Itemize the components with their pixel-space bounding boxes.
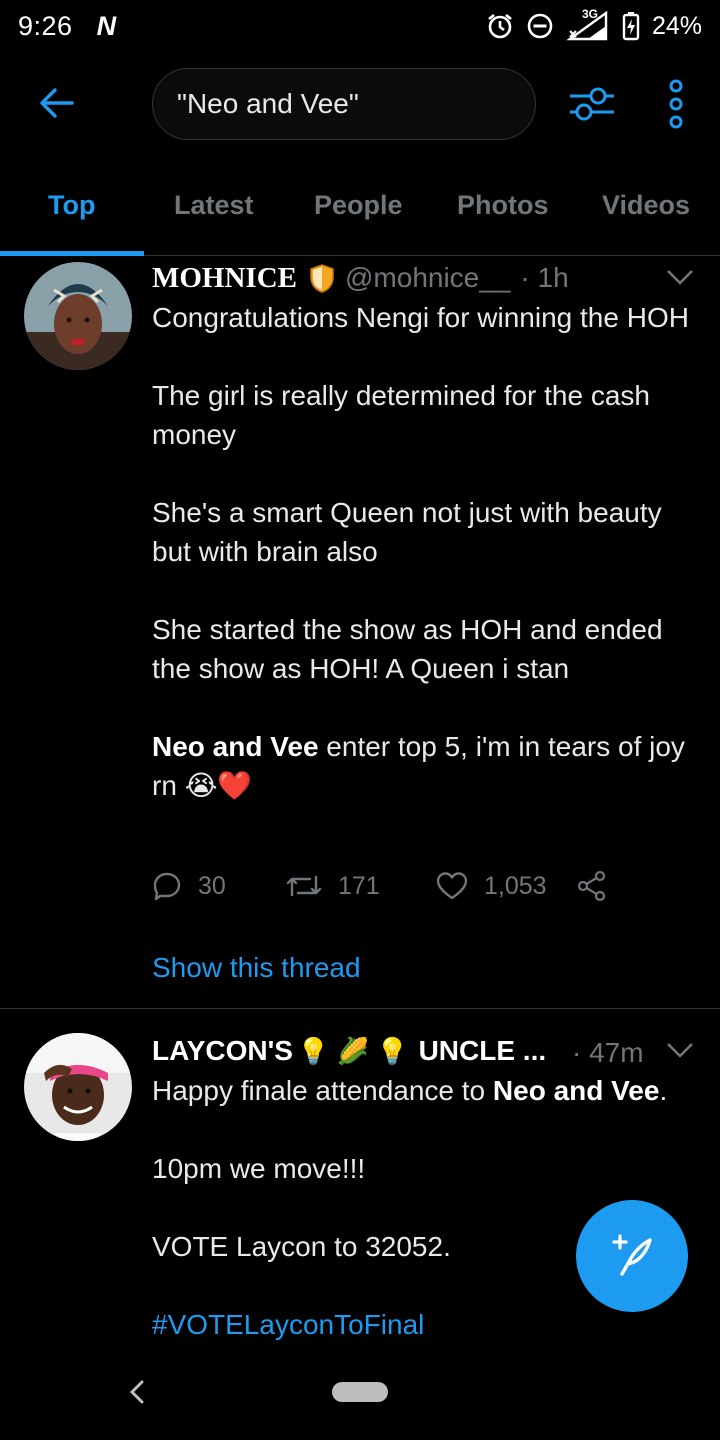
tweet-time: · 47m	[572, 1037, 644, 1068]
reply-button[interactable]: 30	[152, 871, 286, 901]
shield-icon	[309, 263, 335, 293]
tweet-paragraph: She's a smart Queen not just with beauty…	[152, 497, 662, 567]
like-button[interactable]: 1,053	[436, 871, 576, 901]
show-thread-link[interactable]: Show this thread	[152, 952, 361, 984]
share-button[interactable]	[576, 870, 608, 902]
highlighted-query: Neo and Vee	[492, 1075, 660, 1106]
avatar[interactable]	[24, 262, 132, 370]
hashtag-link[interactable]: #VOTELayconToFinal	[152, 1309, 424, 1340]
crying-heart-emoji: 😭❤️	[184, 770, 253, 801]
tweet-paragraph: Congratulations Nengi for winning the HO…	[152, 302, 689, 333]
heart-icon	[436, 872, 468, 900]
reply-icon	[153, 872, 181, 901]
tweet-paragraph: #VOTELayconToFinal	[152, 1305, 700, 1344]
tweet-paragraph: Neo and Vee enter top 5, i'm in tears of…	[152, 727, 700, 805]
display-name[interactable]: MOHNICE	[152, 262, 297, 295]
chevron-down-icon[interactable]	[666, 1041, 694, 1059]
tweet-paragraph: She started the show as HOH and ended th…	[152, 614, 663, 684]
tweet-text-span: Happy finale attendance to	[152, 1075, 493, 1106]
tweet-header: MOHNICE @mohnice__ · 1h	[152, 258, 569, 298]
tweet-text: Congratulations Nengi for winning the HO…	[152, 298, 700, 805]
tweet-text-span: .	[659, 1075, 668, 1106]
retweet-button[interactable]: 171	[286, 871, 436, 901]
compose-feather-icon	[612, 1234, 652, 1276]
tweet-time: · 1h	[520, 262, 569, 293]
tweet-header: LAYCON'S 💡 🌽 💡 UNCLE ...	[152, 1031, 546, 1071]
retweet-icon	[286, 875, 322, 897]
user-handle[interactable]: @mohnice__	[345, 262, 510, 294]
tweet-paragraph: Happy finale attendance to Neo and Vee.	[152, 1071, 700, 1110]
display-name[interactable]: LAYCON'S	[152, 1035, 293, 1067]
chevron-down-icon[interactable]	[666, 268, 694, 286]
avatar[interactable]	[24, 1033, 132, 1141]
nav-home-pill[interactable]	[332, 1382, 388, 1402]
lightbulb-corn-emojis: 💡 🌽 💡	[296, 1035, 409, 1066]
compose-tweet-button[interactable]	[576, 1200, 688, 1312]
tweet-paragraph: 10pm we move!!!	[152, 1153, 366, 1184]
tweet-actions: 30 171 1,053	[152, 866, 608, 906]
system-navigation-bar	[0, 1350, 720, 1440]
display-name-truncated[interactable]: UNCLE ...	[419, 1035, 547, 1067]
highlighted-query: Neo and Vee	[152, 731, 319, 762]
reply-count: 30	[198, 871, 226, 900]
retweet-count: 171	[338, 871, 380, 900]
like-count: 1,053	[484, 871, 547, 900]
share-icon	[577, 870, 606, 902]
tweet[interactable]: MOHNICE @mohnice__ · 1h Congratulations …	[0, 0, 720, 1008]
nav-back-icon[interactable]	[126, 1378, 150, 1406]
tweet-paragraph: The girl is really determined for the ca…	[152, 380, 650, 450]
